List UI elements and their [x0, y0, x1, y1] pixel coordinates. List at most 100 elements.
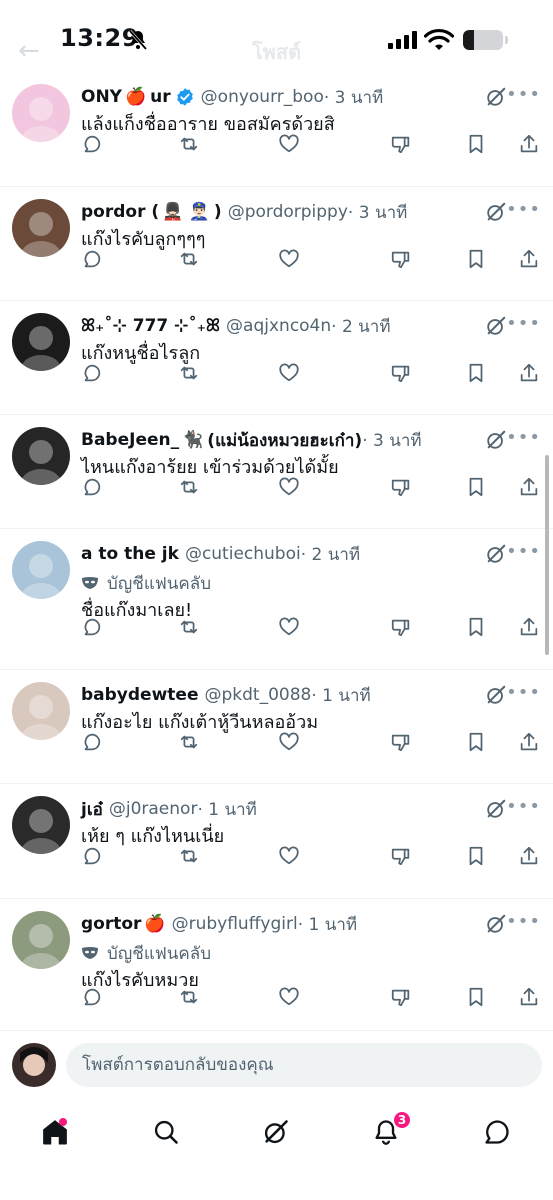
nav-grok[interactable] [256, 1112, 296, 1152]
display-name-suffix[interactable]: (แม่น้องหมวยฮะเก๋า) [207, 427, 362, 454]
repost-button[interactable] [177, 844, 201, 868]
user-handle[interactable]: @aqjxnco4n [226, 316, 331, 336]
grok-icon[interactable] [485, 543, 507, 565]
nav-notifications[interactable]: 3 [366, 1110, 412, 1152]
dislike-button[interactable] [389, 985, 413, 1009]
more-options-icon[interactable]: ••• [506, 84, 541, 105]
like-button[interactable] [277, 985, 301, 1009]
more-options-icon[interactable]: ••• [506, 911, 541, 932]
share-button[interactable] [517, 730, 541, 754]
display-name[interactable]: gortor [81, 914, 141, 934]
grok-icon[interactable] [485, 798, 507, 820]
reply-button[interactable] [80, 730, 104, 754]
repost-button[interactable] [177, 475, 201, 499]
like-button[interactable] [277, 247, 301, 271]
dislike-button[interactable] [389, 730, 413, 754]
display-name[interactable]: babydewtee [81, 685, 198, 705]
user-handle[interactable]: @cutiechuboi [185, 544, 301, 564]
my-avatar[interactable] [12, 1043, 56, 1087]
bookmark-button[interactable] [464, 844, 488, 868]
display-name[interactable]: pordor ( [81, 202, 159, 222]
share-button[interactable] [517, 615, 541, 639]
display-name[interactable]: ONY [81, 87, 122, 107]
user-handle[interactable]: @pordorpippy [228, 202, 348, 222]
reply-post[interactable]: gortor 🍎 @rubyfluffygirl · 1 นาที บัญชีแ… [0, 899, 553, 1033]
grok-icon[interactable] [485, 684, 507, 706]
avatar[interactable] [12, 682, 70, 740]
display-name-suffix[interactable]: ) [214, 202, 222, 222]
grok-icon[interactable] [485, 315, 507, 337]
reply-post[interactable]: ꕤ₊˚⊹ 777 ⊹˚₊ꕤ @aqjxnco4n · 2 นาที แก๊งหน… [0, 301, 553, 415]
like-button[interactable] [277, 615, 301, 639]
repost-button[interactable] [177, 132, 201, 156]
bookmark-button[interactable] [464, 985, 488, 1009]
share-button[interactable] [517, 361, 541, 385]
dislike-button[interactable] [389, 615, 413, 639]
share-button[interactable] [517, 475, 541, 499]
display-name[interactable]: ꕤ₊˚⊹ 777 ⊹˚₊ꕤ [81, 316, 220, 336]
reply-button[interactable] [80, 615, 104, 639]
dislike-button[interactable] [389, 844, 413, 868]
like-button[interactable] [277, 730, 301, 754]
dislike-button[interactable] [389, 247, 413, 271]
avatar[interactable] [12, 911, 70, 969]
reply-post[interactable]: babydewtee @pkdt_0088 · 1 นาที แก๊งอะไย … [0, 670, 553, 784]
avatar[interactable] [12, 427, 70, 485]
reply-post[interactable]: ONY 🍎 ur @onyourr_boo · 3 นาที แล้งแก็งช… [0, 72, 553, 187]
avatar[interactable] [12, 199, 70, 257]
share-button[interactable] [517, 985, 541, 1009]
reply-button[interactable] [80, 844, 104, 868]
like-button[interactable] [277, 361, 301, 385]
user-handle[interactable]: @pkdt_0088 [204, 685, 311, 705]
more-options-icon[interactable]: ••• [506, 541, 541, 562]
bookmark-button[interactable] [464, 132, 488, 156]
repost-button[interactable] [177, 247, 201, 271]
reply-button[interactable] [80, 132, 104, 156]
repost-button[interactable] [177, 361, 201, 385]
avatar[interactable] [12, 541, 70, 599]
dislike-button[interactable] [389, 132, 413, 156]
reply-button[interactable] [80, 985, 104, 1009]
display-name-suffix[interactable]: ur [150, 87, 171, 107]
grok-icon[interactable] [485, 429, 507, 451]
more-options-icon[interactable]: ••• [506, 796, 541, 817]
share-button[interactable] [517, 132, 541, 156]
display-name[interactable]: a to the jk [81, 544, 179, 564]
repost-button[interactable] [177, 730, 201, 754]
avatar[interactable] [12, 796, 70, 854]
user-handle[interactable]: @j0raenor [109, 799, 198, 819]
bookmark-button[interactable] [464, 247, 488, 271]
display-name[interactable]: jเอ๋ [81, 796, 103, 823]
like-button[interactable] [277, 844, 301, 868]
bookmark-button[interactable] [464, 730, 488, 754]
nav-messages[interactable] [477, 1112, 517, 1152]
repost-button[interactable] [177, 985, 201, 1009]
dislike-button[interactable] [389, 475, 413, 499]
more-options-icon[interactable]: ••• [506, 427, 541, 448]
grok-icon[interactable] [485, 201, 507, 223]
nav-search[interactable] [146, 1112, 186, 1152]
more-options-icon[interactable]: ••• [506, 682, 541, 703]
reply-button[interactable] [80, 247, 104, 271]
bookmark-button[interactable] [464, 361, 488, 385]
bookmark-button[interactable] [464, 475, 488, 499]
like-button[interactable] [277, 132, 301, 156]
more-options-icon[interactable]: ••• [506, 199, 541, 220]
dislike-button[interactable] [389, 361, 413, 385]
nav-home[interactable] [35, 1112, 75, 1152]
reply-button[interactable] [80, 475, 104, 499]
reply-post[interactable]: pordor ( 💂🏻‍♂️ 👮🏻‍♂️ ) @pordorpippy · 3 … [0, 187, 553, 301]
share-button[interactable] [517, 247, 541, 271]
share-button[interactable] [517, 844, 541, 868]
avatar[interactable] [12, 84, 70, 142]
grok-icon[interactable] [485, 913, 507, 935]
like-button[interactable] [277, 475, 301, 499]
display-name[interactable]: BabeJeen_ [81, 430, 179, 450]
reply-post[interactable]: jเอ๋ @j0raenor · 1 นาที เห้ย ๆ แก๊งไหนเน… [0, 784, 553, 899]
reply-post[interactable]: a to the jk @cutiechuboi · 2 นาที บัญชีแ… [0, 529, 553, 670]
avatar[interactable] [12, 313, 70, 371]
more-options-icon[interactable]: ••• [506, 313, 541, 334]
reply-input[interactable] [66, 1043, 542, 1087]
user-handle[interactable]: @onyourr_boo [201, 87, 324, 107]
scrollbar[interactable] [545, 455, 549, 655]
